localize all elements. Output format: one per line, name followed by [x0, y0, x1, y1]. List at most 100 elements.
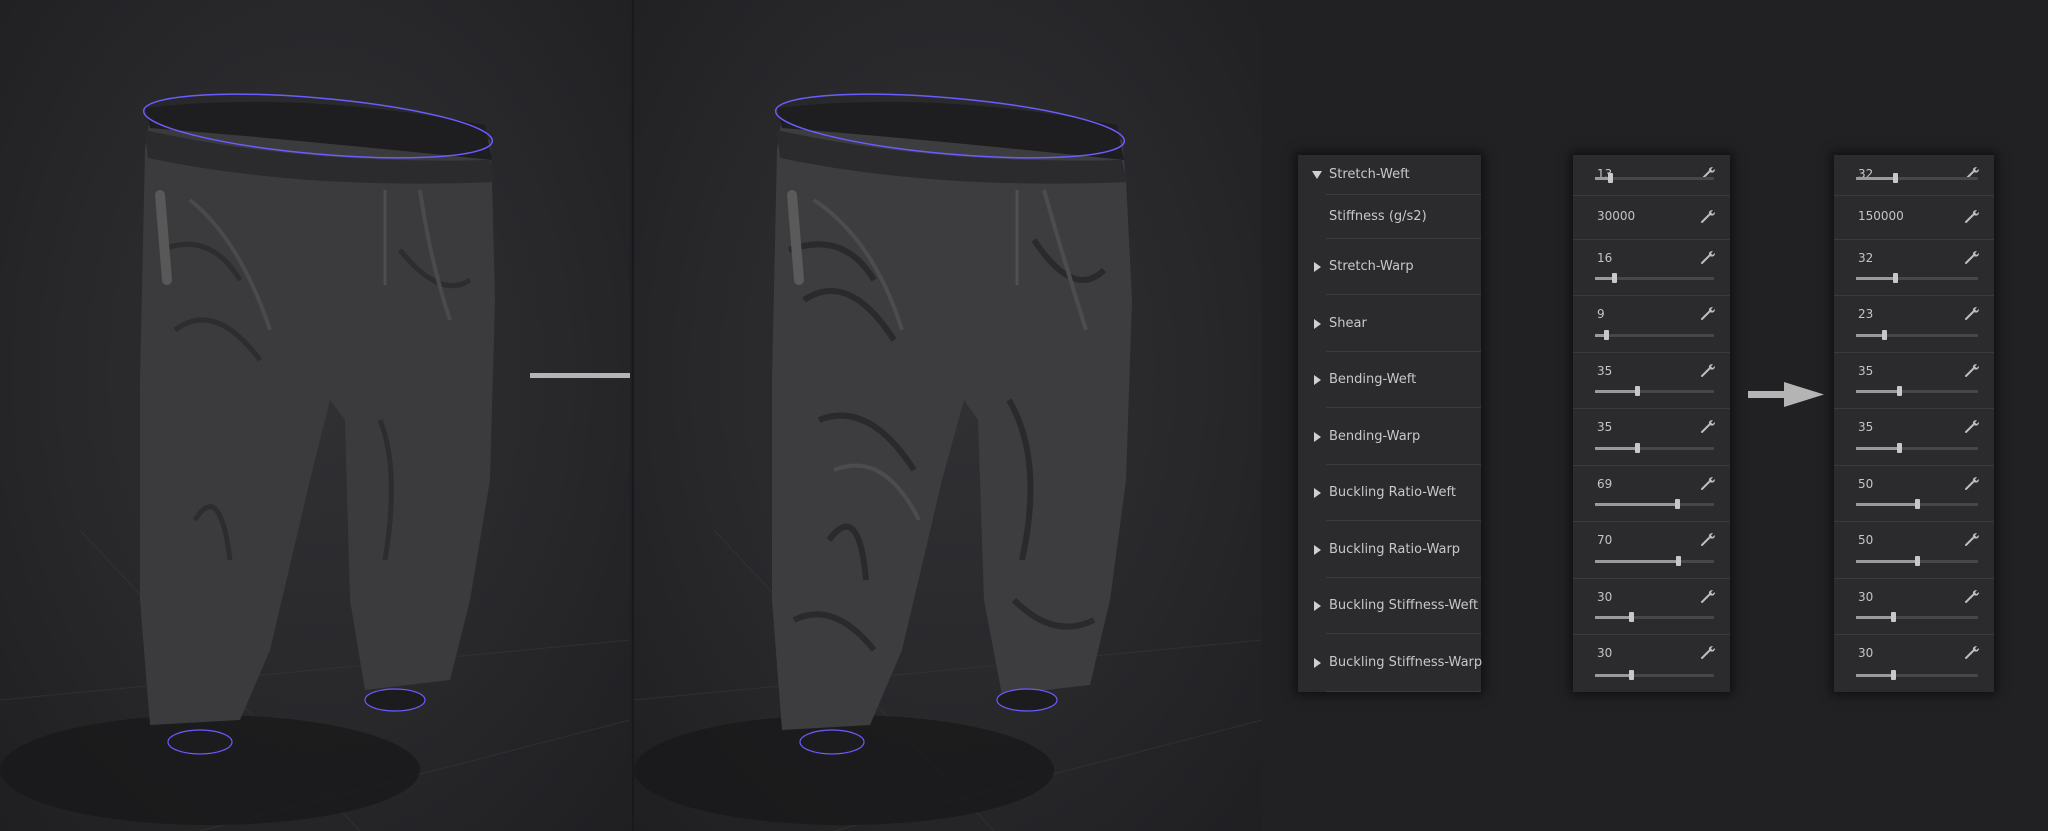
stiffness-value[interactable]: 30000 [1597, 209, 1635, 223]
property-slider[interactable] [1595, 173, 1714, 183]
property-row[interactable]: Buckling Ratio-Warp [1298, 521, 1481, 578]
property-value[interactable]: 35 [1597, 420, 1612, 434]
property-label: Stretch-Warp [1329, 259, 1414, 274]
slider-thumb[interactable] [1675, 499, 1681, 509]
wrench-icon[interactable] [1964, 362, 1980, 378]
triangle-right-icon[interactable] [1314, 544, 1321, 555]
slider-thumb[interactable] [1634, 386, 1640, 396]
property-slider[interactable] [1595, 330, 1714, 340]
wrench-icon[interactable] [1964, 418, 1980, 434]
property-value[interactable]: 35 [1858, 364, 1873, 378]
wrench-icon[interactable] [1700, 531, 1716, 547]
property-slider[interactable] [1595, 556, 1714, 566]
property-row[interactable]: Buckling Stiffness-Warp [1298, 634, 1482, 692]
property-slider[interactable] [1595, 386, 1714, 396]
property-slider[interactable] [1856, 173, 1978, 183]
wrench-icon[interactable] [1700, 208, 1716, 224]
property-value[interactable]: 35 [1597, 364, 1612, 378]
property-value[interactable]: 23 [1858, 307, 1873, 321]
triangle-right-icon[interactable] [1314, 488, 1321, 498]
property-value[interactable]: 69 [1597, 477, 1612, 491]
property-value[interactable]: 30 [1858, 646, 1873, 660]
slider-thumb[interactable] [1612, 273, 1618, 283]
wrench-icon[interactable] [1700, 305, 1716, 321]
slider-thumb[interactable] [1628, 612, 1634, 622]
property-value[interactable]: 30 [1858, 590, 1873, 604]
property-value[interactable]: 16 [1597, 251, 1612, 265]
property-slider[interactable] [1856, 612, 1978, 622]
property-row[interactable]: Buckling Ratio-Weft [1298, 465, 1481, 521]
slider-thumb[interactable] [1893, 273, 1899, 283]
property-slider[interactable] [1856, 386, 1978, 396]
property-value[interactable]: 50 [1858, 533, 1873, 547]
wrench-icon[interactable] [1964, 531, 1980, 547]
property-slider[interactable] [1595, 443, 1714, 453]
triangle-right-icon[interactable] [1314, 658, 1321, 668]
property-slider[interactable] [1856, 273, 1978, 283]
triangle-right-icon[interactable] [1314, 375, 1321, 385]
property-slider[interactable] [1856, 330, 1978, 340]
triangle-right-icon[interactable] [1314, 318, 1321, 329]
property-slider[interactable] [1595, 612, 1714, 622]
property-value[interactable]: 9 [1597, 307, 1605, 321]
property-slider[interactable] [1595, 670, 1714, 680]
wrench-icon[interactable] [1700, 475, 1716, 491]
wrench-icon[interactable] [1700, 644, 1716, 660]
property-slider[interactable] [1856, 670, 1978, 680]
wrench-icon[interactable] [1964, 475, 1980, 491]
wrench-icon[interactable] [1964, 588, 1980, 604]
property-slider[interactable] [1856, 499, 1978, 509]
slider-thumb[interactable] [1628, 670, 1634, 680]
row-divider [1573, 408, 1730, 409]
slider-thumb[interactable] [1603, 330, 1609, 340]
slider-thumb[interactable] [1893, 173, 1899, 183]
slider-thumb[interactable] [1915, 556, 1920, 566]
triangle-right-icon[interactable] [1314, 431, 1321, 442]
wrench-icon[interactable] [1700, 249, 1716, 265]
value-row: 35 [1573, 408, 1730, 465]
slider-thumb[interactable] [1890, 612, 1896, 622]
wrench-icon[interactable] [1964, 208, 1980, 224]
property-slider[interactable] [1856, 443, 1978, 453]
property-slider[interactable] [1856, 556, 1978, 566]
viewport-before[interactable] [0, 0, 630, 831]
property-value[interactable]: 30 [1597, 590, 1612, 604]
property-slider[interactable] [1595, 499, 1714, 509]
wrench-icon[interactable] [1700, 362, 1716, 378]
wrench-icon[interactable] [1700, 588, 1716, 604]
property-value[interactable]: 70 [1597, 533, 1612, 547]
wrench-icon[interactable] [1700, 418, 1716, 434]
property-value[interactable]: 30 [1597, 646, 1612, 660]
triangle-right-icon[interactable] [1314, 262, 1321, 272]
property-value[interactable]: 35 [1858, 420, 1873, 434]
slider-thumb[interactable] [1882, 330, 1888, 340]
property-slider[interactable] [1595, 273, 1714, 283]
physical-property-labels-panel: Stretch-Weft Stiffness (g/s2) Stretch-Warp… [1298, 155, 1482, 692]
slider-thumb[interactable] [1634, 443, 1640, 453]
stiffness-value[interactable]: 150000 [1858, 209, 1904, 223]
slider-thumb[interactable] [1896, 386, 1902, 396]
property-row[interactable]: Bending-Warp [1298, 408, 1481, 465]
triangle-right-icon[interactable] [1314, 601, 1321, 611]
triangle-down-icon[interactable] [1312, 171, 1322, 179]
viewport-after[interactable] [632, 0, 1262, 831]
slider-thumb[interactable] [1676, 556, 1682, 566]
value-row: 16 [1573, 239, 1730, 295]
row-divider [1834, 465, 1994, 466]
property-row[interactable]: Shear [1298, 295, 1481, 352]
property-value[interactable]: 50 [1858, 477, 1873, 491]
slider-thumb[interactable] [1890, 670, 1896, 680]
property-row[interactable]: Stretch-Weft [1298, 155, 1481, 195]
property-row[interactable]: Buckling Stiffness-Weft [1298, 578, 1481, 634]
slider-thumb[interactable] [1896, 443, 1902, 453]
wrench-icon[interactable] [1964, 305, 1980, 321]
slider-thumb[interactable] [1915, 499, 1920, 509]
property-row[interactable]: Bending-Weft [1298, 352, 1481, 408]
wrench-icon[interactable] [1964, 644, 1980, 660]
property-subrow: Stiffness (g/s2) [1298, 195, 1481, 239]
slider-thumb[interactable] [1608, 173, 1614, 183]
property-value[interactable]: 32 [1858, 251, 1873, 265]
value-row: 32 [1834, 239, 1994, 295]
property-row[interactable]: Stretch-Warp [1298, 239, 1481, 295]
wrench-icon[interactable] [1964, 249, 1980, 265]
